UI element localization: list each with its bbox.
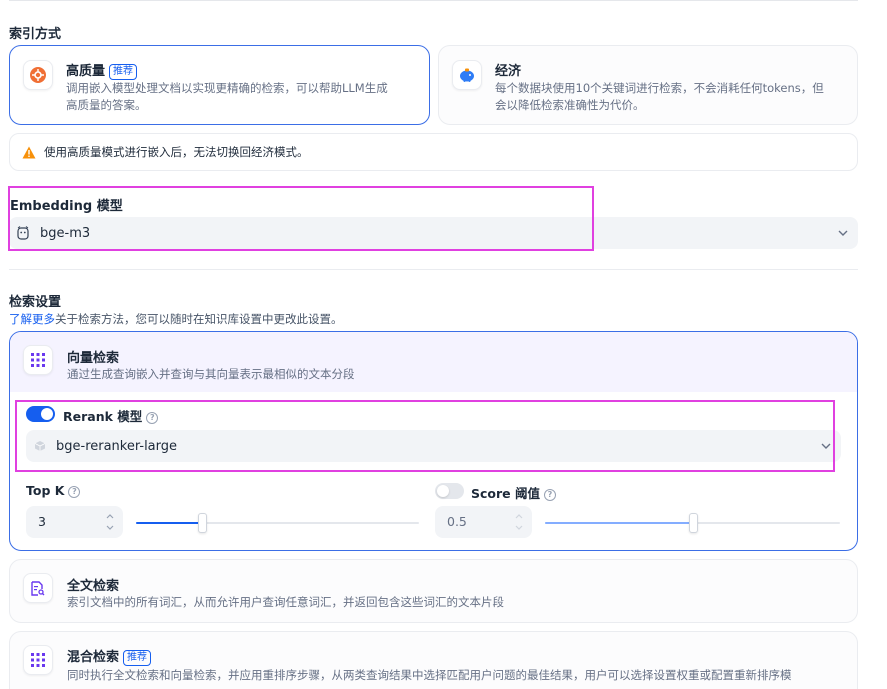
fulltext-retrieval-option[interactable]: 全文检索 索引文档中的所有词汇，从而允许用户查询任意词汇，并返回包含这些词汇的文… <box>9 559 858 623</box>
high-quality-desc-line1: 调用嵌入模型处理文档以实现更精确的检索，可以帮助LLM生成 <box>66 81 388 95</box>
hybrid-desc: 同时执行全文检索和向量检索，并应用重排序步骤，从两类查询结果中选择匹配用户问题的… <box>67 668 792 682</box>
top-k-slider-thumb[interactable] <box>198 513 207 533</box>
fulltext-title: 全文检索 <box>67 579 120 594</box>
score-slider-fill <box>545 522 693 524</box>
sparkle-icon <box>23 60 53 90</box>
score-label-row: Score 阈值? <box>471 483 556 502</box>
fulltext-desc: 索引文档中的所有词汇，从而允许用户查询任意词汇，并返回包含这些词汇的文本片段 <box>67 595 504 609</box>
score-slider-thumb[interactable] <box>689 513 698 533</box>
top-k-slider[interactable] <box>136 513 419 533</box>
retrieval-title: 检索设置 <box>9 295 62 310</box>
high-quality-desc: 调用嵌入模型处理文档以实现更精确的检索，可以帮助LLM生成 高质量的答案。 <box>66 80 388 114</box>
economy-desc: 每个数据块使用10个关键词进行检索，不会消耗任何tokens，但 会以降低检索准… <box>495 80 824 114</box>
high-quality-title: 高质量 推荐 <box>66 60 138 80</box>
piggy-bank-icon <box>452 60 482 90</box>
section-divider <box>9 269 858 270</box>
hybrid-retrieval-option[interactable]: 混合检索 推荐 同时执行全文检索和向量检索，并应用重排序步骤，从两类查询结果中选择… <box>9 631 858 689</box>
embedding-highlight-box <box>8 186 594 251</box>
mode-warning: 使用高质量模式进行嵌入后，无法切换回经济模式。 <box>9 133 858 171</box>
vector-grid-icon <box>23 345 53 375</box>
chevron-down-icon <box>838 230 848 236</box>
stepper-icon[interactable] <box>105 510 115 534</box>
high-quality-option[interactable]: 高质量 推荐 调用嵌入模型处理文档以实现更精确的检索，可以帮助LLM生成 高质量的… <box>9 45 430 125</box>
hybrid-grid-icon <box>23 645 53 675</box>
economy-option[interactable]: 经济 每个数据块使用10个关键词进行检索，不会消耗任何tokens，但 会以降低… <box>438 45 858 125</box>
vector-desc: 通过生成查询嵌入并查询与其向量表示最相似的文本分段 <box>67 367 355 381</box>
economy-title: 经济 <box>495 64 522 79</box>
top-k-input[interactable]: 3 <box>26 506 123 538</box>
hybrid-title: 混合检索 <box>67 650 120 665</box>
top-k-label: Top K <box>26 483 65 498</box>
recommended-badge: 推荐 <box>109 64 138 80</box>
stepper-icon[interactable] <box>514 510 524 534</box>
top-k-slider-fill <box>136 522 202 524</box>
score-value: 0.5 <box>447 514 467 529</box>
economy-desc-line1: 每个数据块使用10个关键词进行检索，不会消耗任何tokens，但 <box>495 81 824 95</box>
retrieval-subtitle-text: 关于检索方法，您可以随时在知识库设置中更改此设置。 <box>55 312 343 326</box>
score-label: Score 阈值 <box>471 486 540 501</box>
vector-title: 向量检索 <box>67 351 120 366</box>
help-icon[interactable]: ? <box>68 486 81 498</box>
retrieval-subtitle: 了解更多关于检索方法，您可以随时在知识库设置中更改此设置。 <box>9 311 343 327</box>
learn-more-link[interactable]: 了解更多 <box>9 312 55 326</box>
recommended-badge: 推荐 <box>123 650 152 666</box>
help-icon[interactable]: ? <box>544 489 556 501</box>
top-divider <box>9 0 858 1</box>
high-quality-label: 高质量 <box>66 64 106 79</box>
score-input[interactable]: 0.5 <box>435 506 532 538</box>
top-k-label-row: Top K? <box>26 483 81 498</box>
warning-icon <box>22 146 36 158</box>
score-toggle[interactable] <box>435 483 464 499</box>
warning-text: 使用高质量模式进行嵌入后，无法切换回经济模式。 <box>44 145 309 159</box>
high-quality-desc-line2: 高质量的答案。 <box>66 98 147 112</box>
top-k-value: 3 <box>38 514 46 529</box>
score-slider[interactable] <box>545 513 840 533</box>
rerank-highlight-box <box>15 400 835 472</box>
document-search-icon <box>23 573 53 603</box>
hybrid-title-row: 混合检索 推荐 <box>67 646 152 666</box>
index-method-title: 索引方式 <box>9 27 62 42</box>
vector-header-bg <box>10 332 857 392</box>
economy-desc-line2: 会以降低检索准确性为代价。 <box>495 98 645 112</box>
